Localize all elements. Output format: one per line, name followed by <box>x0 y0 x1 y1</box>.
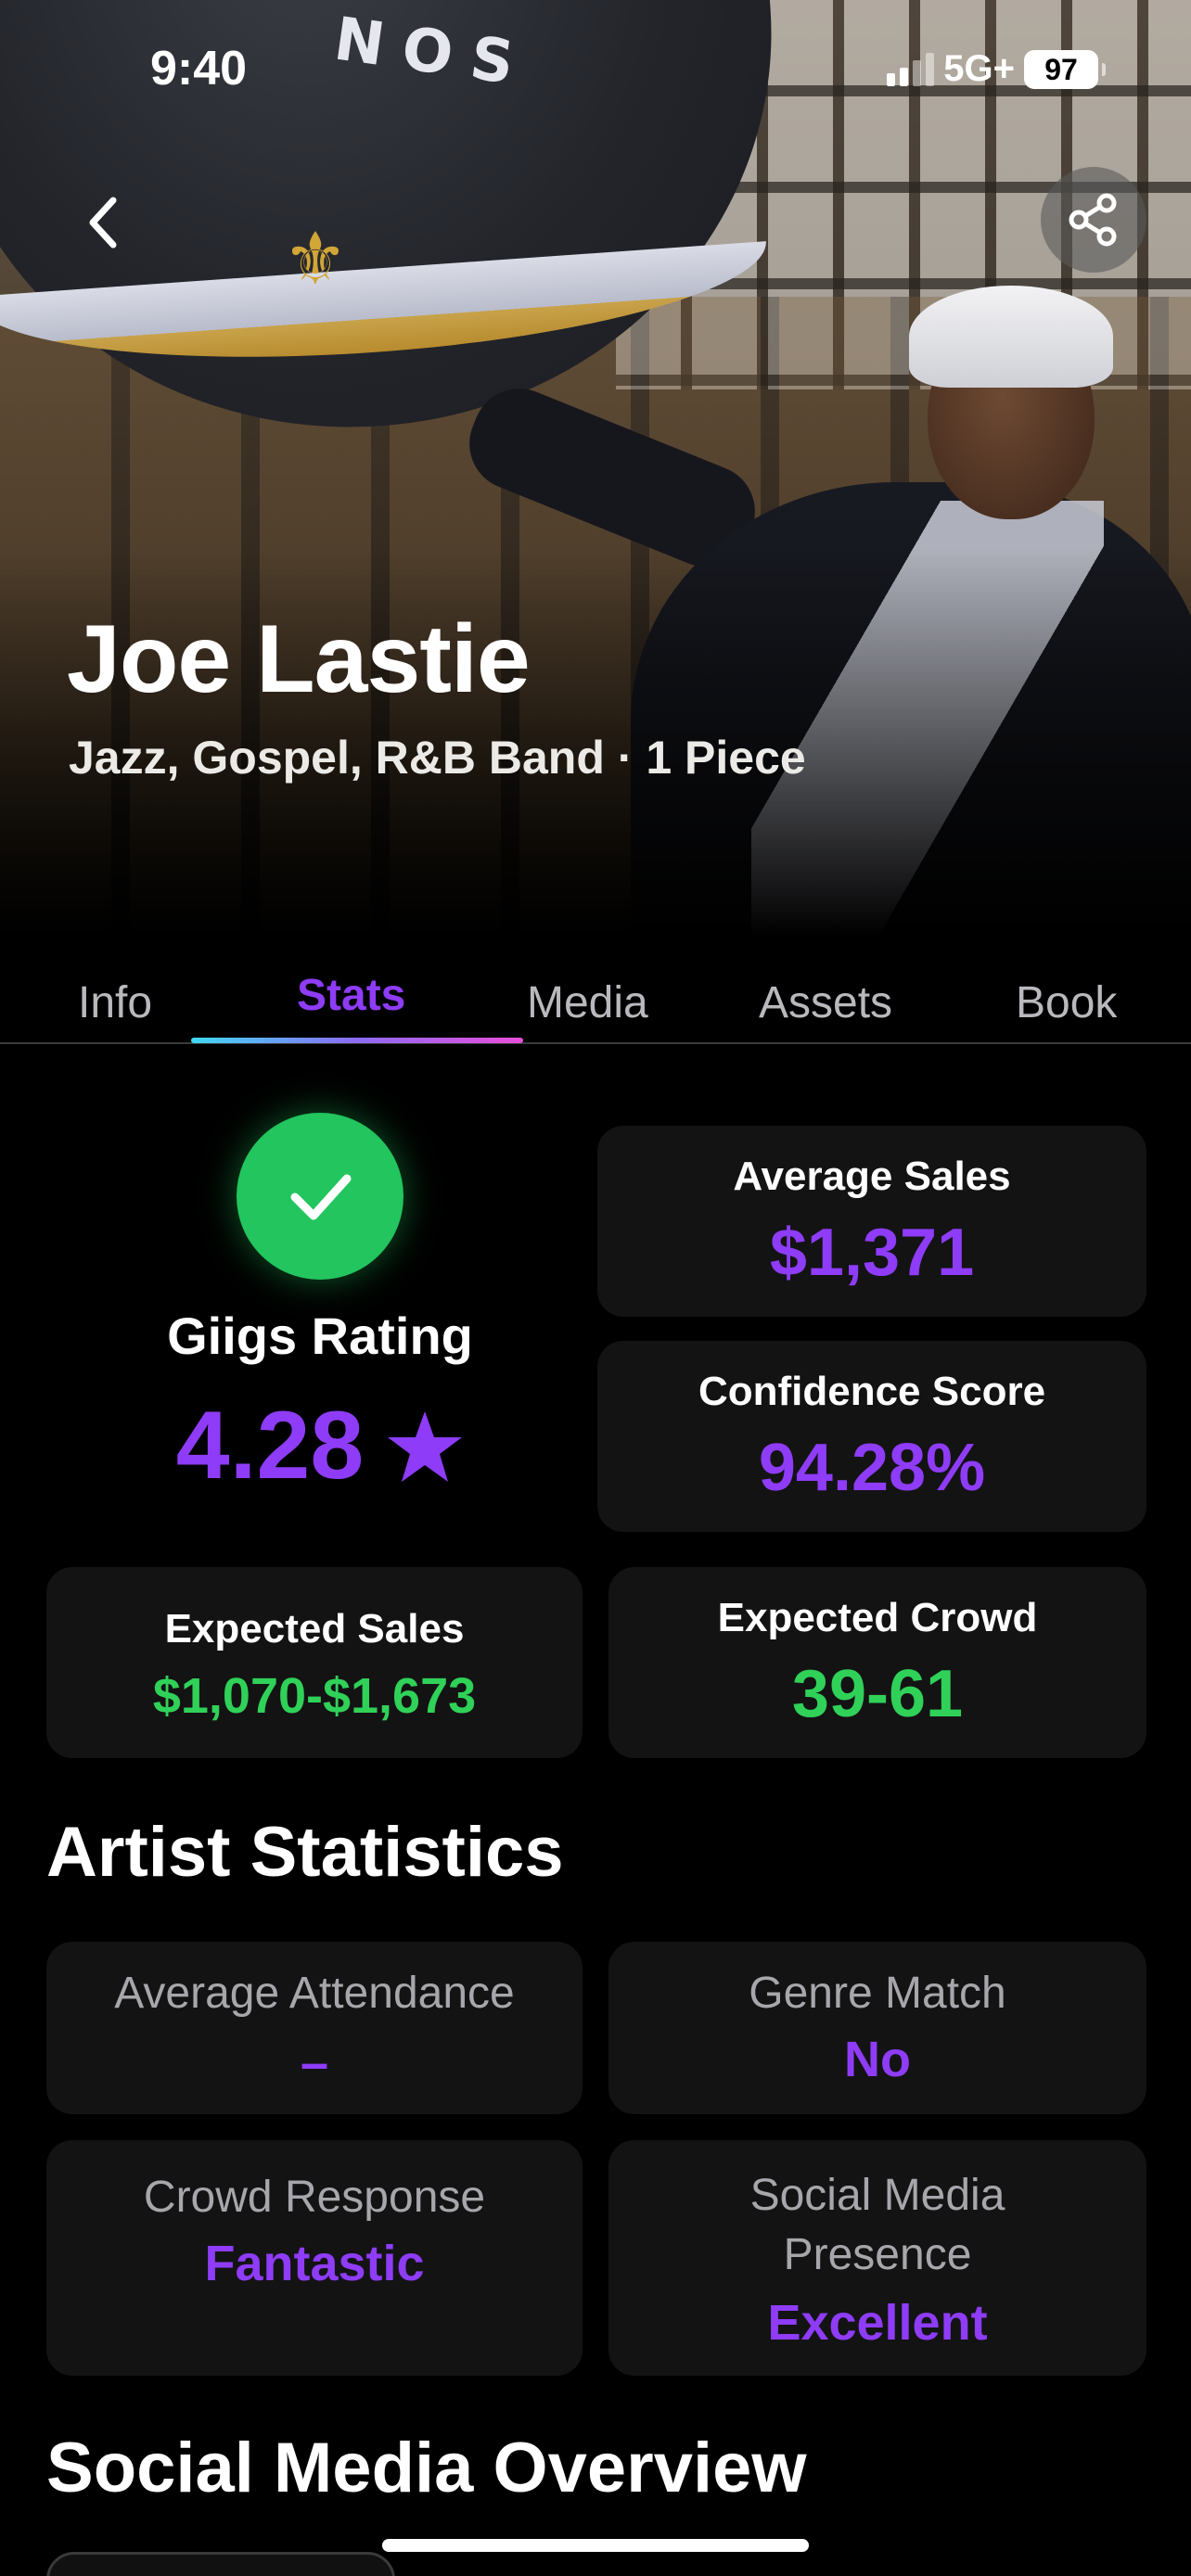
expected-crowd-label: Expected Crowd <box>717 1595 1038 1640</box>
stat-value: – <box>300 2035 329 2091</box>
stat-label: Genre Match <box>749 1969 1006 2018</box>
artist-subtitle: Jazz, Gospel, R&B Band · 1 Piece <box>69 732 806 784</box>
hero-image: ⚜ NOS <box>0 0 1191 937</box>
rating-label: Giigs Rating <box>167 1307 473 1365</box>
social-media-chip[interactable] <box>46 2552 395 2576</box>
tab-assets[interactable]: Assets <box>759 977 892 1028</box>
tab-book[interactable]: Book <box>1016 977 1117 1028</box>
signal-icon <box>887 52 935 86</box>
battery-icon: 97 <box>1024 49 1106 89</box>
chevron-left-icon <box>89 197 117 249</box>
stat-card-genre-match: Genre Match No <box>608 1942 1146 2114</box>
share-button[interactable] <box>1041 167 1146 273</box>
tab-media[interactable]: Media <box>527 977 648 1028</box>
average-sales-label: Average Sales <box>733 1154 1011 1199</box>
confidence-score-label: Confidence Score <box>698 1369 1046 1414</box>
giigs-rating: Giigs Rating 4.28 <box>46 1113 594 1502</box>
expected-sales-label: Expected Sales <box>164 1606 465 1651</box>
stat-value: Fantastic <box>204 2236 425 2291</box>
stat-card-social-media-presence: Social Media Presence Excellent <box>608 2140 1146 2376</box>
star-icon <box>388 1410 463 1482</box>
network-type: 5G+ <box>943 48 1015 89</box>
stat-card-crowd-response: Crowd Response Fantastic <box>46 2140 583 2376</box>
verified-badge <box>237 1113 403 1280</box>
expected-sales-value: $1,070-$1,673 <box>152 1668 477 1724</box>
back-button[interactable] <box>74 185 134 260</box>
tab-bar: Info Stats Media Assets Book <box>0 964 1191 1044</box>
stat-label: Crowd Response <box>143 2173 486 2222</box>
status-time: 9:40 <box>150 42 248 96</box>
stat-label: Average Attendance <box>114 1969 515 2018</box>
tab-info[interactable]: Info <box>78 977 152 1028</box>
confidence-score-card: Confidence Score 94.28% <box>597 1341 1146 1532</box>
average-sales-card: Average Sales $1,371 <box>597 1126 1146 1317</box>
active-tab-indicator <box>191 1038 523 1043</box>
social-media-overview-title: Social Media Overview <box>46 2429 807 2507</box>
stat-value: Excellent <box>767 2295 988 2351</box>
stat-card-average-attendance: Average Attendance – <box>46 1942 583 2114</box>
fleur-de-lis-emblem: ⚜ <box>283 218 348 301</box>
expected-sales-card: Expected Sales $1,070-$1,673 <box>46 1567 583 1758</box>
status-indicators: 5G+ 97 <box>887 48 1106 90</box>
tab-stats[interactable]: Stats <box>297 970 405 1021</box>
stat-value: No <box>844 2032 911 2087</box>
confidence-score-value: 94.28% <box>758 1431 986 1505</box>
rating-value-row: 4.28 <box>46 1391 594 1501</box>
expected-crowd-value: 39-61 <box>791 1657 964 1731</box>
home-indicator[interactable] <box>382 2539 809 2552</box>
share-icon <box>1069 193 1117 247</box>
artist-statistics-title: Artist Statistics <box>46 1813 564 1892</box>
rating-value: 4.28 <box>175 1392 365 1499</box>
expected-crowd-card: Expected Crowd 39-61 <box>608 1567 1146 1758</box>
stat-label: Social Media Presence <box>749 2171 1005 2279</box>
checkmark-icon <box>290 1174 352 1220</box>
artist-name: Joe Lastie <box>67 606 531 713</box>
average-sales-value: $1,371 <box>769 1216 975 1290</box>
